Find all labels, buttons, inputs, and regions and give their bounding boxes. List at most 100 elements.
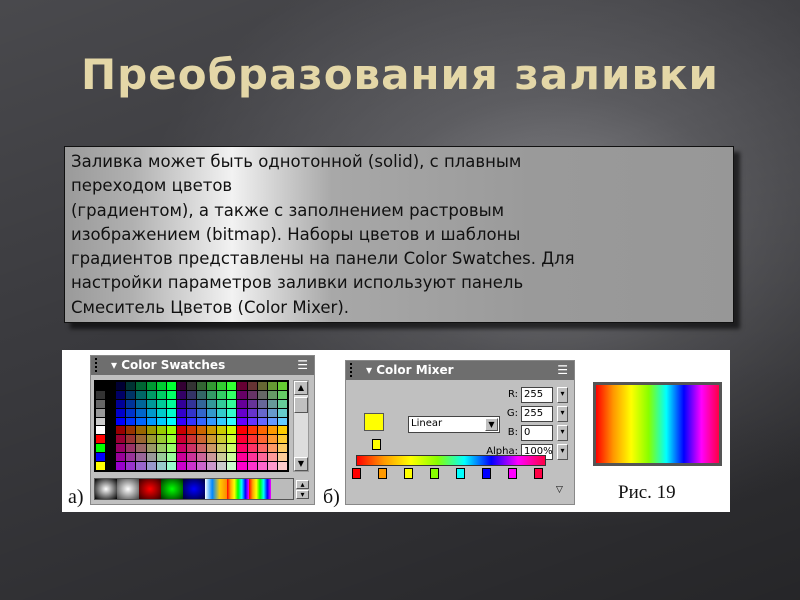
swatch[interactable] [156,399,166,408]
swatch[interactable] [197,462,207,470]
swatch[interactable] [257,408,267,417]
swatch[interactable] [237,435,247,444]
swatch[interactable] [237,462,247,470]
swatch[interactable] [186,417,197,426]
swatch[interactable] [247,435,257,444]
swatch[interactable] [146,417,156,426]
swatch[interactable] [156,453,166,462]
swatch[interactable] [207,462,217,470]
swatch[interactable] [186,408,197,417]
swatch[interactable] [176,453,186,462]
swatch[interactable] [106,399,116,408]
swatch[interactable] [106,444,116,453]
scroll-up-icon[interactable]: ▲ [294,381,308,395]
swatch[interactable] [116,382,126,390]
gradient-pointer-icon[interactable] [404,468,413,479]
swatch[interactable] [277,417,287,426]
swatch[interactable] [257,417,267,426]
swatch[interactable] [247,453,257,462]
swatch[interactable] [176,390,186,399]
swatch[interactable] [217,426,227,435]
swatch[interactable] [267,426,277,435]
swatch[interactable] [96,390,106,399]
swatch[interactable] [176,444,186,453]
swatch[interactable] [257,399,267,408]
gradient-pointer-icon[interactable] [430,468,439,479]
swatch[interactable] [227,453,237,462]
swatch[interactable] [106,417,116,426]
swatch[interactable] [237,453,247,462]
swatch[interactable] [106,390,116,399]
swatch[interactable] [247,399,257,408]
swatch[interactable] [96,462,106,470]
swatch[interactable] [176,435,186,444]
swatch[interactable] [217,435,227,444]
swatch[interactable] [96,426,106,435]
gradient-pointer-icon[interactable] [534,468,543,479]
swatch[interactable] [156,426,166,435]
gradient-swatch[interactable] [205,479,227,499]
swatch[interactable] [227,426,237,435]
swatch[interactable] [217,399,227,408]
swatch[interactable] [106,382,116,390]
swatch[interactable] [146,426,156,435]
swatch[interactable] [186,382,197,390]
swatch[interactable] [96,444,106,453]
swatch[interactable] [217,444,227,453]
gradient-swatch[interactable] [139,479,161,499]
gradient-swatch[interactable] [117,479,139,499]
swatch[interactable] [257,435,267,444]
swatch[interactable] [176,426,186,435]
swatch[interactable] [277,399,287,408]
swatch[interactable] [277,444,287,453]
swatch[interactable] [106,453,116,462]
swatch[interactable] [257,426,267,435]
swatch[interactable] [136,426,146,435]
swatch[interactable] [96,408,106,417]
swatch[interactable] [197,444,207,453]
swatch[interactable] [126,444,136,453]
swatch[interactable] [156,408,166,417]
gradient-pointer-icon[interactable] [352,468,361,479]
swatch[interactable] [146,444,156,453]
options-menu-icon[interactable]: ☰ [557,361,568,380]
swatch[interactable] [116,435,126,444]
swatch[interactable] [227,444,237,453]
gradient-pointer-icon[interactable] [456,468,465,479]
r-slider-button[interactable]: ▾ [557,387,568,403]
swatch[interactable] [247,417,257,426]
swatch[interactable] [96,382,106,390]
swatch[interactable] [166,453,176,462]
b-input[interactable]: 0 [521,425,553,441]
swatch[interactable] [257,390,267,399]
swatch[interactable] [247,426,257,435]
swatch[interactable] [106,435,116,444]
swatch[interactable] [136,382,146,390]
swatch[interactable] [257,444,267,453]
swatch[interactable] [176,417,186,426]
scrollbar[interactable]: ▲ ▼ [293,380,309,472]
swatch[interactable] [257,453,267,462]
swatch[interactable] [277,435,287,444]
swatch[interactable] [156,444,166,453]
swatch[interactable] [237,408,247,417]
swatch[interactable] [126,390,136,399]
swatch[interactable] [227,408,237,417]
swatch[interactable] [277,453,287,462]
swatch[interactable] [267,435,277,444]
spin-down-icon[interactable]: ▾ [296,490,309,499]
swatch[interactable] [217,382,227,390]
swatch[interactable] [237,444,247,453]
swatch[interactable] [106,462,116,470]
swatch[interactable] [146,435,156,444]
swatch[interactable] [176,399,186,408]
swatch[interactable] [106,408,116,417]
swatch[interactable] [156,390,166,399]
swatch[interactable] [237,399,247,408]
swatch[interactable] [217,417,227,426]
swatch[interactable] [277,462,287,470]
swatch[interactable] [186,399,197,408]
swatch[interactable] [186,453,197,462]
swatch[interactable] [207,408,217,417]
g-slider-button[interactable]: ▾ [557,406,568,422]
